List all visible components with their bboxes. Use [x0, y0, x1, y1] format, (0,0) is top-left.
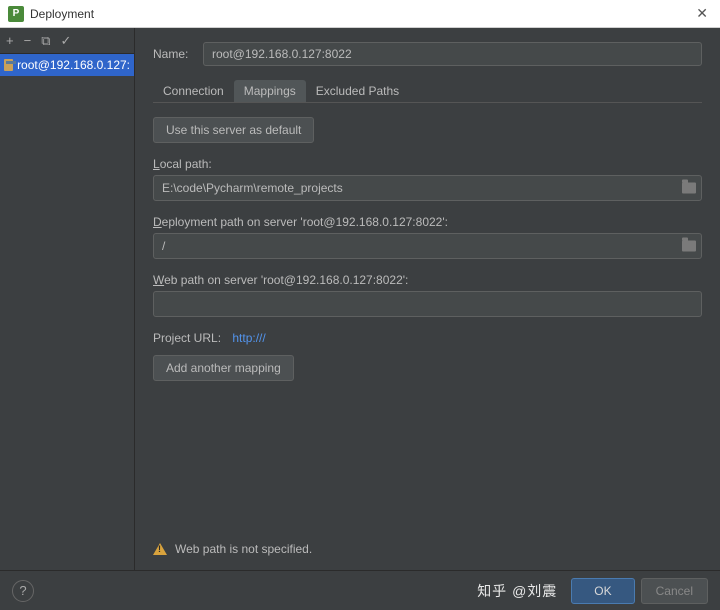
add-mapping-button[interactable]: Add another mapping: [153, 355, 294, 381]
web-path-input[interactable]: [153, 291, 702, 317]
main-panel: Name: Connection Mappings Excluded Paths…: [135, 28, 720, 570]
tab-excluded-paths[interactable]: Excluded Paths: [306, 80, 409, 102]
warning-text: Web path is not specified.: [175, 542, 312, 556]
server-item-label: root@192.168.0.127:: [17, 58, 130, 72]
local-path-input[interactable]: [153, 175, 702, 201]
app-icon: P: [8, 6, 24, 22]
tab-mappings[interactable]: Mappings: [234, 80, 306, 102]
help-icon[interactable]: ?: [12, 580, 34, 602]
warning-row: Web path is not specified.: [153, 532, 702, 570]
browse-folder-icon[interactable]: [682, 241, 696, 252]
sidebar: + − ⧉ ✓ root@192.168.0.127:: [0, 28, 135, 570]
deployment-path-label: Deployment path on server 'root@192.168.…: [153, 215, 702, 229]
deployment-path-input[interactable]: [153, 233, 702, 259]
close-icon[interactable]: ✕: [692, 5, 712, 22]
server-item[interactable]: root@192.168.0.127:: [0, 54, 134, 76]
sidebar-toolbar: + − ⧉ ✓: [0, 28, 134, 54]
copy-icon[interactable]: ⧉: [41, 33, 50, 49]
browse-folder-icon[interactable]: [682, 183, 696, 194]
cancel-button[interactable]: Cancel: [641, 578, 708, 604]
ok-button[interactable]: OK: [571, 578, 634, 604]
server-list: root@192.168.0.127:: [0, 54, 134, 570]
titlebar: P Deployment ✕: [0, 0, 720, 28]
project-url-label: Project URL:: [153, 331, 221, 345]
local-path-label: Local path:: [153, 157, 702, 171]
project-url-row: Project URL: http:///: [153, 331, 702, 345]
web-path-label: Web path on server 'root@192.168.0.127:8…: [153, 273, 702, 287]
warning-icon: [153, 543, 167, 555]
add-icon[interactable]: +: [6, 33, 14, 48]
remove-icon[interactable]: −: [24, 33, 32, 48]
project-url-link[interactable]: http:///: [232, 331, 265, 345]
tabs: Connection Mappings Excluded Paths: [153, 80, 702, 103]
name-input[interactable]: [203, 42, 702, 66]
window-title: Deployment: [30, 7, 692, 21]
check-icon[interactable]: ✓: [60, 33, 71, 49]
footer: ? 知乎 @刘震 OK Cancel: [0, 570, 720, 610]
watermark: 知乎 @刘震: [477, 581, 557, 601]
server-icon: [4, 59, 13, 71]
tab-connection[interactable]: Connection: [153, 80, 234, 102]
use-default-button[interactable]: Use this server as default: [153, 117, 314, 143]
name-label: Name:: [153, 47, 203, 61]
